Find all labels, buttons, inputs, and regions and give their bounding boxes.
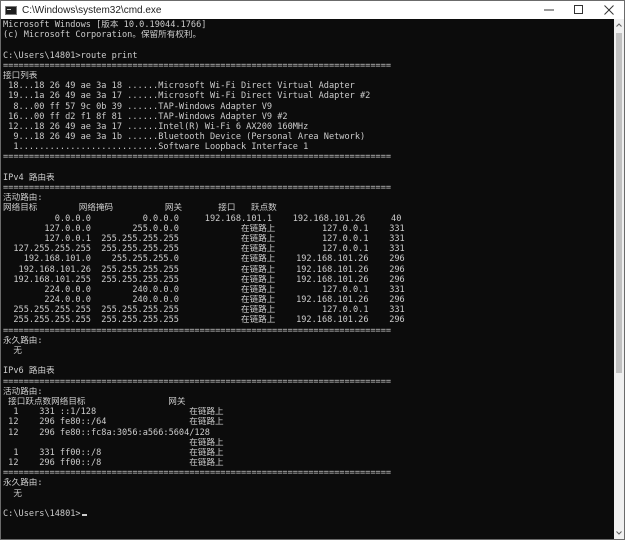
console-line: 12 296 ff00::/8 在链路上 bbox=[3, 458, 224, 469]
console-line: ========================================… bbox=[3, 183, 392, 193]
chevron-down-icon bbox=[616, 531, 622, 535]
cmd-window: C:\Windows\system32\cmd.exe Microsoft Wi… bbox=[0, 0, 625, 540]
console-line: 8...00 ff 57 9c 0b 39 ......TAP-Windows … bbox=[3, 101, 273, 112]
console-line: 224.0.0.0 240.0.0.0 在链路上 192.168.101.26 … bbox=[3, 295, 405, 306]
console-line: 18...18 26 49 ae 3a 18 ......Microsoft W… bbox=[3, 81, 355, 92]
console-line: 在链路上 bbox=[3, 437, 224, 448]
console-line: 19...1a 26 49 ae 3a 17 ......Microsoft W… bbox=[3, 91, 371, 102]
console-icon bbox=[5, 5, 17, 15]
console-line: 127.0.0.1 255.255.255.255 在链路上 127.0.0.1… bbox=[3, 233, 405, 244]
console-prompt-line: C:\Users\14801> bbox=[3, 509, 614, 519]
console-line: 无 bbox=[3, 346, 22, 356]
console-line: 192.168.101.255 255.255.255.255 在链路上 192… bbox=[3, 274, 405, 285]
console-line: 永久路由: bbox=[3, 478, 43, 489]
console-line: 12 296 fe80::fc8a:3056:a566:5604/128 bbox=[3, 427, 210, 438]
console-line: IPv4 路由表 bbox=[3, 172, 55, 183]
title-bar[interactable]: C:\Windows\system32\cmd.exe bbox=[1, 1, 624, 19]
console-line: Microsoft Windows [版本 10.0.19044.1766] bbox=[3, 20, 207, 30]
console-line: 255.255.255.255 255.255.255.255 在链路上 127… bbox=[3, 305, 405, 316]
console-line: 9...18 26 49 ae 3a 1b ......Bluetooth De… bbox=[3, 132, 366, 143]
console-line: 活动路由: bbox=[3, 386, 43, 397]
scroll-thumb[interactable] bbox=[616, 33, 622, 373]
console-line: 255.255.255.255 255.255.255.255 在链路上 192… bbox=[3, 315, 405, 326]
console-line: ========================================… bbox=[3, 152, 392, 163]
console-line: 接口列表 bbox=[3, 70, 38, 81]
console-line: 16...00 ff d2 f1 8f 81 ......TAP-Windows… bbox=[3, 111, 288, 122]
console-line: 127.255.255.255 255.255.255.255 在链路上 127… bbox=[3, 244, 405, 255]
vertical-scrollbar[interactable] bbox=[614, 19, 624, 539]
minimize-icon bbox=[544, 9, 554, 11]
console-output[interactable]: Microsoft Windows [版本 10.0.19044.1766] (… bbox=[1, 19, 614, 539]
console-line: 永久路由: bbox=[3, 335, 43, 346]
console-line: 12 296 fe80::/64 在链路上 bbox=[3, 417, 224, 428]
console-line: 1 331 ff00::/8 在链路上 bbox=[3, 447, 224, 458]
console-line: 网络目标 网络掩码 网关 接口 跃点数 bbox=[3, 203, 277, 214]
chevron-up-icon bbox=[616, 23, 622, 27]
console-line: 1...........................Software Loo… bbox=[3, 142, 309, 153]
console-line: 无 bbox=[3, 488, 22, 499]
console-line: 224.0.0.0 240.0.0.0 在链路上 127.0.0.1 331 bbox=[3, 284, 405, 295]
console-line: 192.168.101.0 255.255.255.0 在链路上 192.168… bbox=[3, 254, 405, 265]
console-line: 192.168.101.26 255.255.255.255 在链路上 192.… bbox=[3, 264, 405, 275]
console-line: 接口跃点数网络目标 网关 bbox=[3, 396, 186, 407]
console-line: IPv6 路由表 bbox=[3, 366, 55, 377]
console-line: 0.0.0.0 0.0.0.0 192.168.101.1 192.168.10… bbox=[3, 213, 402, 224]
console-line: ========================================… bbox=[3, 468, 392, 479]
maximize-button[interactable] bbox=[564, 1, 594, 19]
console-line: ========================================… bbox=[3, 60, 392, 71]
window-title: C:\Windows\system32\cmd.exe bbox=[22, 4, 162, 16]
close-icon bbox=[604, 5, 614, 15]
maximize-icon bbox=[574, 5, 583, 14]
console-prompt: C:\Users\14801> bbox=[3, 509, 81, 519]
close-button[interactable] bbox=[594, 1, 624, 19]
console-line: (c) Microsoft Corporation。保留所有权利。 bbox=[3, 30, 202, 41]
console-line: 1 331 ::1/128 在链路上 bbox=[3, 407, 224, 418]
scroll-up-button[interactable] bbox=[614, 19, 624, 31]
console-line: ========================================… bbox=[3, 376, 392, 387]
console-line: C:\Users\14801>route print bbox=[3, 50, 138, 61]
console-line: ========================================… bbox=[3, 325, 392, 336]
minimize-button[interactable] bbox=[534, 1, 564, 19]
console-line: 12...18 26 49 ae 3a 17 ......Intel(R) Wi… bbox=[3, 121, 309, 132]
scroll-down-button[interactable] bbox=[614, 527, 624, 539]
console-line: 活动路由: bbox=[3, 193, 43, 204]
console-line: 127.0.0.0 255.0.0.0 在链路上 127.0.0.1 331 bbox=[3, 223, 405, 234]
text-cursor bbox=[81, 514, 87, 516]
